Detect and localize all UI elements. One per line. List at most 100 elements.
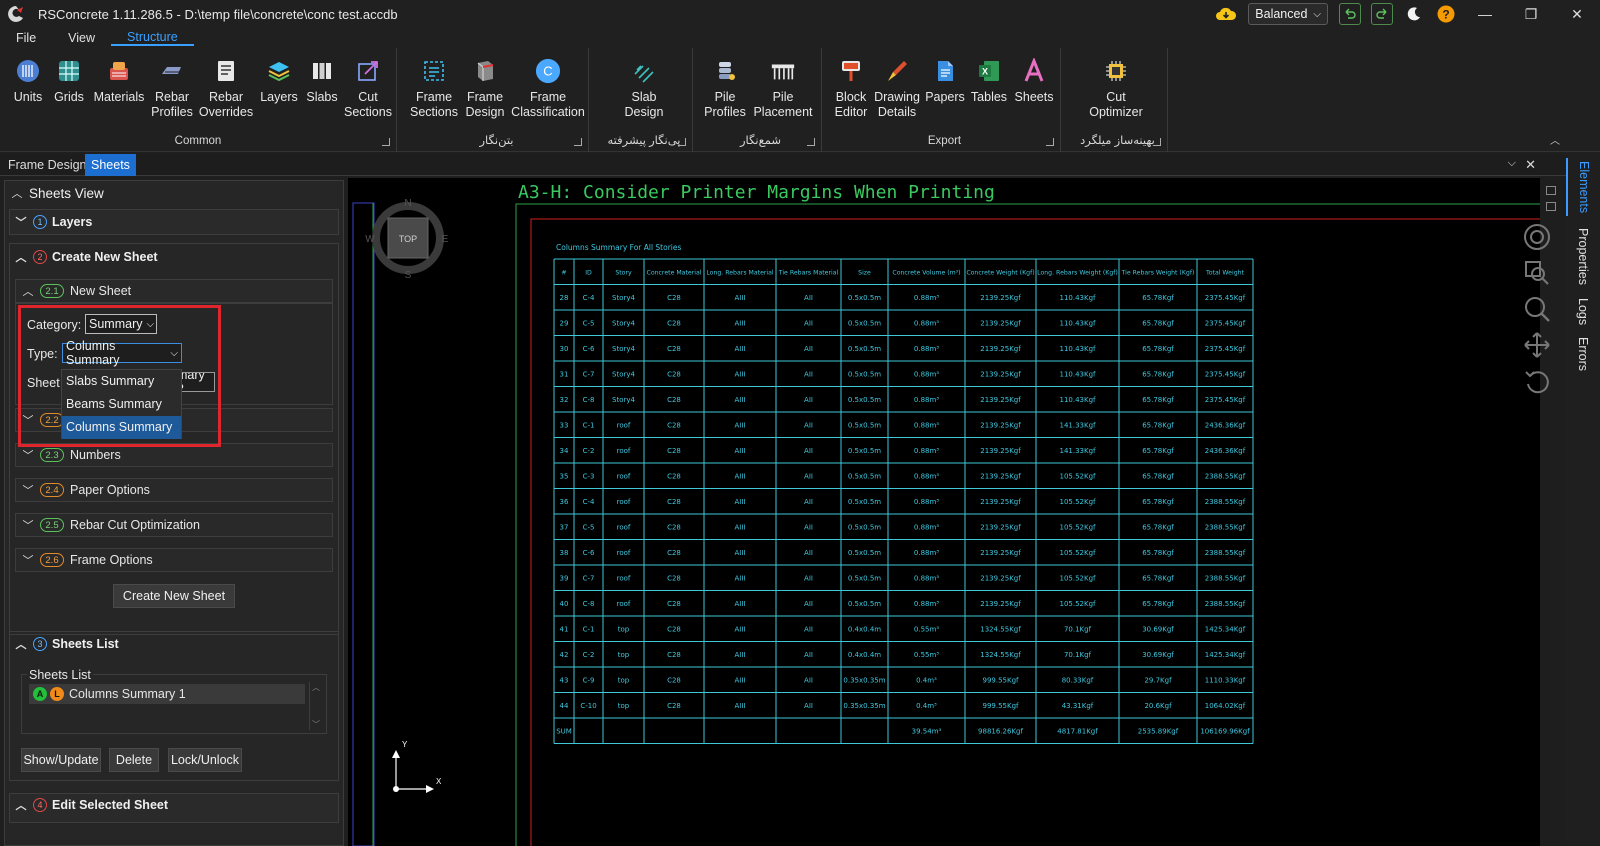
pile-profiles-button[interactable]: Pile Profiles [702,58,748,120]
scroll-up-icon[interactable]: ︿ [312,682,320,693]
pile-placement-button[interactable]: Pile Placement [752,58,814,120]
show-update-button[interactable]: Show/Update [21,748,101,772]
materials-button[interactable]: Materials [93,58,145,105]
subsection-paper-options[interactable]: ﹀ 2.4 Paper Options [15,478,333,502]
dialog-launcher-icon[interactable] [1046,138,1054,146]
dialog-launcher-icon[interactable] [382,138,390,146]
table-cell: AIII [735,549,746,557]
zoom-window-icon[interactable] [1522,258,1552,288]
lock-unlock-button[interactable]: Lock/Unlock [168,748,242,772]
frame-design-button[interactable]: Frame Design [464,58,506,120]
cloud-download-icon[interactable] [1215,3,1237,25]
menu-structure[interactable]: Structure [111,30,194,46]
minimize-button[interactable]: — [1462,0,1508,28]
view-cube[interactable]: TOP N S E W [365,198,448,281]
tables-label: Tables [970,90,1008,104]
close-button[interactable]: ✕ [1554,0,1600,28]
tabs-overflow-chevron-icon[interactable]: ⌵ [1508,157,1516,170]
section-create-new-sheet-header[interactable]: ︿ 2 Create New Sheet [9,245,339,269]
table-cell: C-9 [583,676,595,684]
table-cell: 105.52Kgf [1060,549,1097,557]
expand-icon[interactable] [1546,186,1556,195]
table-cell: 110.43Kgf [1060,345,1097,353]
grids-button[interactable]: Grids [53,58,85,105]
app-logo-icon [8,6,23,22]
table-cell: 110.43Kgf [1060,370,1097,378]
drawing-details-label-2: Details [877,105,917,119]
create-new-sheet-button[interactable]: Create New Sheet [113,584,235,608]
rebar-profiles-button[interactable]: Rebar Profiles [150,58,194,120]
section-sheets-list-header[interactable]: ︿ 3 Sheets List [9,632,339,656]
side-tab-logs[interactable]: Logs [1566,296,1600,328]
side-tab-properties[interactable]: Properties [1566,222,1600,290]
drawing-canvas[interactable]: A3-H: Consider Printer Margins When Prin… [348,178,1540,846]
sheets-button[interactable]: Sheets [1013,58,1055,105]
performance-mode-dropdown[interactable]: Balanced ⌵ [1248,3,1328,25]
rebar-overrides-button[interactable]: Rebar Overrides [198,58,254,120]
drawing-details-button[interactable]: Drawing Details [873,58,921,120]
scroll-down-icon[interactable]: ﹀ [312,719,320,730]
side-tab-errors[interactable]: Errors [1566,334,1600,374]
table-cell: 20.6Kgf [1144,702,1172,710]
block-editor-label-2: Editor [834,105,868,119]
dialog-launcher-icon[interactable] [807,138,815,146]
subsection-rebar-cut-optimization[interactable]: ﹀ 2.5 Rebar Cut Optimization [15,513,333,537]
view-cube-top[interactable]: TOP [399,234,417,244]
table-cell: Story4 [612,294,635,302]
maximize-button[interactable]: ❐ [1508,0,1554,28]
tab-frame-design[interactable]: Frame Design [2,154,93,176]
cut-sections-button[interactable]: Cut Sections [343,58,393,120]
cut-sections-label-2: Sections [344,105,392,119]
subsection-new-sheet[interactable]: ︿ 2.1 New Sheet [15,279,333,303]
restore-icon[interactable] [1546,202,1556,211]
delete-button[interactable]: Delete [109,748,159,772]
table-cell: 36 [560,498,569,506]
dialog-launcher-icon[interactable] [574,138,582,146]
table-cell: AII [804,421,813,429]
slab-design-button[interactable]: Slab Design [616,58,672,120]
side-tab-elements[interactable]: Elements [1566,158,1600,216]
dialog-launcher-icon[interactable] [1153,138,1161,146]
orbit-icon[interactable] [1522,366,1552,396]
cut-optimizer-label-1: Cut [1106,90,1126,104]
pan-icon[interactable] [1522,330,1552,360]
table-cell: 0.5x0.5m [848,600,881,608]
menu-file[interactable]: File [0,31,52,45]
zoom-icon[interactable] [1522,294,1552,324]
redo-icon[interactable] [1371,3,1393,25]
frame-classification-button[interactable]: C Frame Classification [510,58,586,120]
table-cell: 70.1Kgf [1064,625,1092,633]
section-edit-selected-sheet-header[interactable]: ︿ 4 Edit Selected Sheet [9,793,339,817]
dark-mode-moon-icon[interactable] [1403,3,1425,25]
steering-wheel-icon[interactable] [1522,222,1552,252]
dialog-launcher-icon[interactable] [678,138,686,146]
subsection-frame-options[interactable]: ﹀ 2.6 Frame Options [15,548,333,572]
slab-design-label-2: Design [624,105,664,119]
section-layers-header[interactable]: ﹀ 1 Layers [9,210,339,234]
ribbon-collapse-icon[interactable]: ︿ [1550,132,1560,147]
undo-icon[interactable] [1339,3,1361,25]
table-cell: 0.4m³ [916,676,937,684]
sheets-list-group-label: Sheets List [27,668,93,682]
layers-button[interactable]: Layers [260,58,298,105]
papers-button[interactable]: Papers [925,58,965,105]
cut-optimizer-button[interactable]: Cut Optimizer [1084,58,1148,120]
table-cell: AIII [735,421,746,429]
list-scrollbar[interactable]: ︿ ﹀ [309,682,321,730]
performance-mode-label: Balanced [1255,7,1308,21]
tables-button[interactable]: X Tables [969,58,1009,105]
slabs-button[interactable]: Slabs [305,58,339,105]
table-cell: C28 [667,319,681,327]
table-cell: 65.78Kgf [1142,447,1174,455]
list-item[interactable]: A L Columns Summary 1 [29,684,305,704]
units-button[interactable]: Units [10,58,46,105]
block-editor-button[interactable]: Block Editor [831,58,871,120]
tab-sheets[interactable]: Sheets [85,154,136,176]
sheets-view-header[interactable]: ︿ Sheets View [5,181,335,205]
section-label: Create New Sheet [52,250,158,264]
help-icon[interactable]: ? [1435,3,1457,25]
svg-text:C: C [543,64,552,79]
frame-sections-button[interactable]: Frame Sections [410,58,458,120]
close-tab-icon[interactable]: ✕ [1525,157,1536,173]
menu-view[interactable]: View [52,31,111,45]
